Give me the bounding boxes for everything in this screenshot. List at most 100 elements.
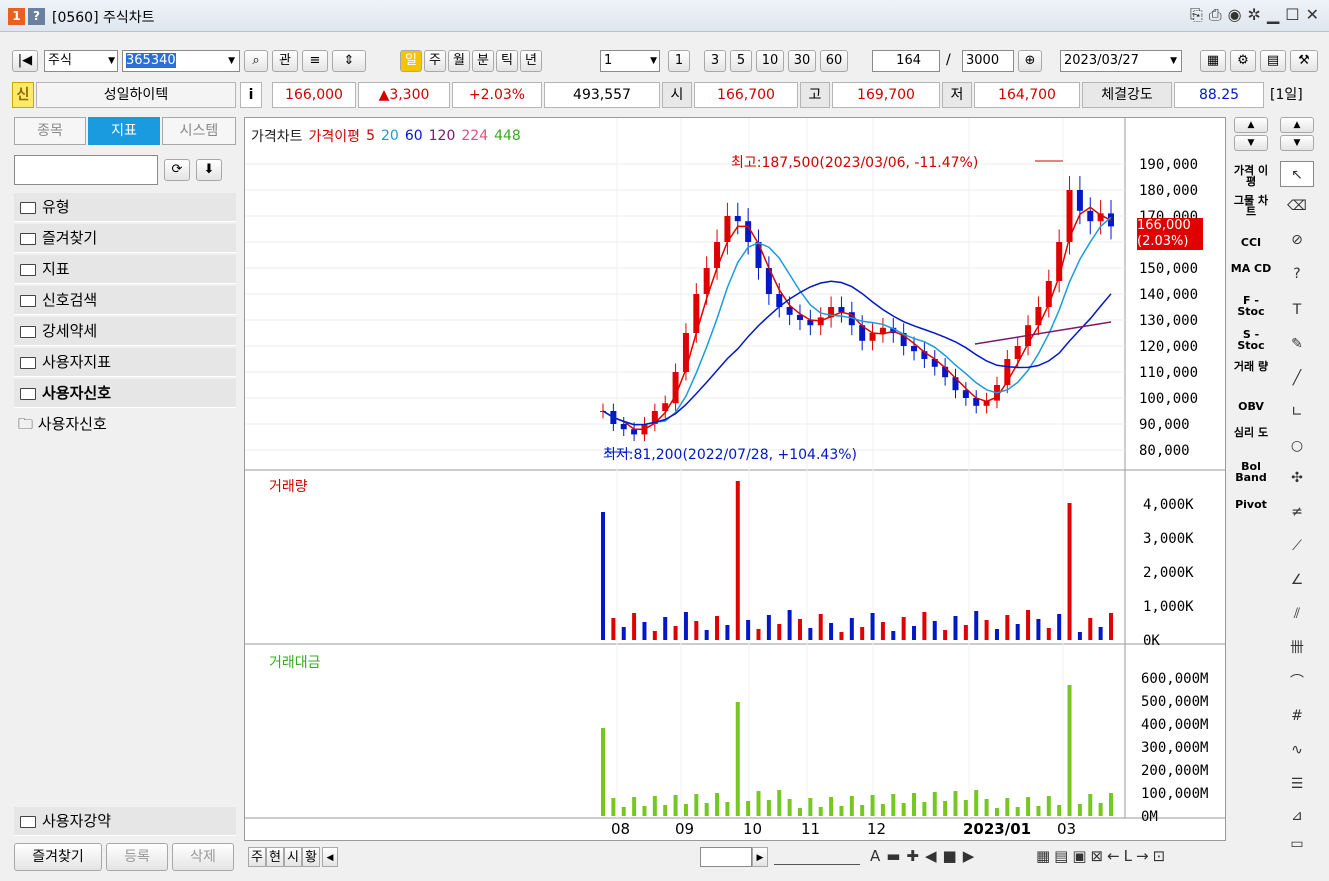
grid-icon[interactable]: # — [1280, 703, 1314, 729]
period-day[interactable]: 일 — [400, 50, 422, 72]
total-input[interactable]: 3000 — [962, 50, 1014, 72]
minimize-icon[interactable]: ▁ — [1267, 5, 1279, 25]
arc-icon[interactable]: ⌒ — [1280, 669, 1314, 695]
folder-favorites[interactable]: 즐겨찾기 — [14, 224, 236, 253]
stock-chart[interactable]: 190,000180,000170,000160,000150,000140,0… — [245, 118, 1225, 840]
scroll-down-icon[interactable]: ▼ — [1234, 135, 1268, 151]
save-icon[interactable]: ▤ — [1260, 50, 1286, 72]
scroll-up-icon[interactable]: ▲ — [1234, 117, 1268, 133]
tab-stock[interactable]: 종목 — [14, 117, 86, 145]
close-icon[interactable]: ✕ — [1306, 5, 1319, 25]
gann-icon[interactable]: 卌 — [1280, 635, 1314, 661]
watchlist-button[interactable]: 관 — [272, 50, 298, 72]
tab-prev-icon[interactable]: ◀ — [322, 847, 338, 867]
crosshair-icon[interactable]: ✣ — [1280, 465, 1314, 491]
fibo-icon[interactable]: ⟋ — [1280, 533, 1314, 559]
tab-hwang[interactable]: 황 — [302, 847, 320, 867]
folder-strength[interactable]: 강세약세 — [14, 317, 236, 346]
folder-signal-search[interactable]: 신호검색 — [14, 286, 236, 315]
period-year[interactable]: 년 — [520, 50, 542, 72]
date-input[interactable]: 2023/03/27 ▼ — [1060, 50, 1182, 72]
fan-icon[interactable]: ∠ — [1280, 567, 1314, 593]
erase-all-icon[interactable]: ⊘ — [1280, 227, 1314, 253]
tab-si[interactable]: 시 — [284, 847, 302, 867]
zoom-icon[interactable]: ⊕ — [1018, 50, 1042, 72]
window-icon[interactable]: ▭ — [1280, 831, 1314, 857]
ind-macd[interactable]: MA CD — [1230, 263, 1272, 274]
first-icon[interactable]: |◀ — [12, 50, 38, 72]
indicator-search-input[interactable] — [14, 155, 158, 185]
interval-60[interactable]: 60 — [820, 50, 848, 72]
ind-grid[interactable]: 그물 차트 — [1230, 195, 1272, 217]
circle-icon[interactable]: ○ — [1280, 433, 1314, 459]
ind-sstoc[interactable]: S - Stoc — [1230, 329, 1272, 351]
ind-cci[interactable]: CCI — [1230, 237, 1272, 248]
period-month[interactable]: 월 — [448, 50, 470, 72]
download-icon[interactable]: ⬇ — [196, 159, 222, 181]
scroll-right-icon[interactable]: ▶ — [752, 847, 768, 867]
channel-icon[interactable]: ⫽ — [1280, 601, 1314, 627]
interval-select[interactable]: 1 ▼ — [600, 50, 660, 72]
ind-fstoc[interactable]: F - Stoc — [1230, 295, 1272, 317]
tab-hyeon[interactable]: 현 — [266, 847, 284, 867]
print-icon[interactable]: ⎙ — [1209, 5, 1222, 25]
updown-icon[interactable]: ⇕ — [332, 50, 366, 72]
folder-user-strength[interactable]: 사용자강약 — [14, 807, 236, 836]
gear-icon[interactable]: ⚙ — [1230, 50, 1256, 72]
ruler-icon[interactable]: ☰ — [1280, 771, 1314, 797]
tab-system[interactable]: 시스템 — [162, 117, 236, 145]
tools-down-icon[interactable]: ▼ — [1280, 135, 1314, 151]
ind-volume[interactable]: 거래 량 — [1230, 361, 1272, 372]
window-number[interactable]: 1 — [8, 8, 25, 25]
sync-icon[interactable]: ≡ — [302, 50, 328, 72]
pen-icon[interactable]: ✎ — [1280, 331, 1314, 357]
market-select[interactable]: 주식 ▼ — [44, 50, 118, 72]
text-icon[interactable]: T — [1280, 297, 1314, 323]
interval-5[interactable]: 5 — [730, 50, 752, 72]
tool-icon[interactable]: ⚒ — [1290, 50, 1318, 72]
camera-icon[interactable]: ◉ — [1228, 5, 1242, 25]
scroll-track[interactable] — [700, 847, 752, 867]
refresh-icon[interactable]: ⟳ — [164, 159, 190, 181]
nav-controls[interactable]: A▬✚◀■▶ — [870, 847, 980, 865]
view-controls[interactable]: ▦▤▣⊠←L→⊡ — [1036, 847, 1169, 865]
question-icon[interactable]: ? — [1280, 261, 1314, 287]
period-minute[interactable]: 분 — [472, 50, 494, 72]
ind-ma[interactable]: 가격 이평 — [1230, 165, 1272, 187]
eraser-icon[interactable]: ⌫ — [1280, 193, 1314, 219]
interval-3[interactable]: 3 — [704, 50, 726, 72]
zoom-slider[interactable] — [774, 849, 860, 865]
ind-pivot[interactable]: Pivot — [1230, 499, 1272, 510]
tools-up-icon[interactable]: ▲ — [1280, 117, 1314, 133]
favorites-button[interactable]: 즐겨찾기 — [14, 843, 102, 871]
interval-1[interactable]: 1 — [668, 50, 690, 72]
period-week[interactable]: 주 — [424, 50, 446, 72]
ind-bolband[interactable]: Bol Band — [1230, 461, 1272, 483]
info-icon[interactable]: i — [240, 82, 262, 108]
line-icon[interactable]: ╱ — [1280, 365, 1314, 391]
pointer-icon[interactable]: ↖ — [1280, 161, 1314, 187]
interval-10[interactable]: 10 — [756, 50, 784, 72]
maximize-icon[interactable]: ☐ — [1285, 5, 1299, 25]
parallel-icon[interactable]: ≠ — [1280, 499, 1314, 525]
folder-indicator[interactable]: 지표 — [14, 255, 236, 284]
angle-icon[interactable]: ∟ — [1280, 399, 1314, 425]
folder-user-signal[interactable]: 사용자신호 — [14, 379, 236, 408]
link-icon[interactable]: ⎘ — [1190, 5, 1203, 25]
stock-code-input[interactable]: 365340 ▼ — [122, 50, 240, 72]
count-input[interactable]: 164 — [872, 50, 940, 72]
chart-icon[interactable]: ▦ — [1200, 50, 1226, 72]
register-button[interactable]: 등록 — [106, 843, 168, 871]
chart-area[interactable]: 190,000180,000170,000160,000150,000140,0… — [244, 117, 1226, 841]
settings-icon[interactable]: ✲ — [1248, 5, 1261, 25]
stock-name[interactable]: 성일하이텍 — [36, 82, 236, 108]
user-signal-item[interactable]: 🗀 사용자신호 — [18, 413, 107, 439]
ind-psychology[interactable]: 심리 도 — [1230, 427, 1272, 438]
help-icon[interactable]: ? — [28, 8, 45, 25]
wave-icon[interactable]: ∿ — [1280, 737, 1314, 763]
ind-obv[interactable]: OBV — [1230, 401, 1272, 412]
search-icon[interactable]: ⌕ — [244, 50, 268, 72]
folder-type[interactable]: 유형 — [14, 193, 236, 222]
period-tick[interactable]: 틱 — [496, 50, 518, 72]
tab-ju[interactable]: 주 — [248, 847, 266, 867]
